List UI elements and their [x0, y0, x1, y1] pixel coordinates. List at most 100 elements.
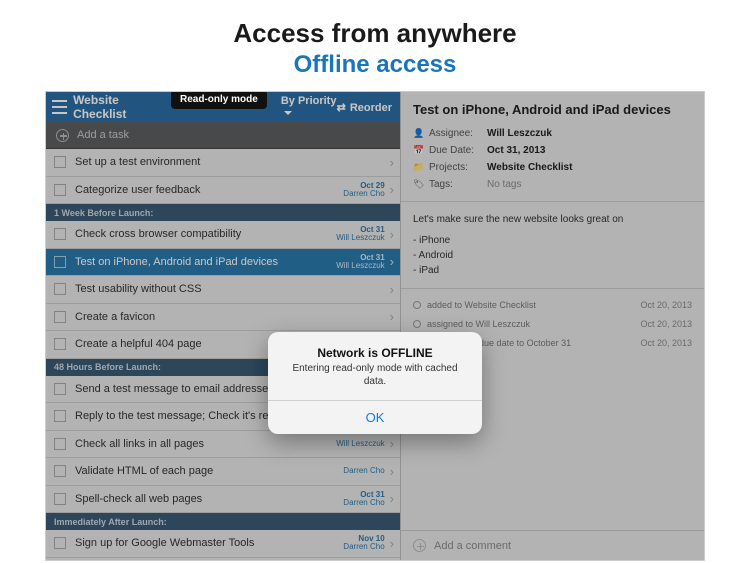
checkbox[interactable] — [54, 383, 66, 395]
checkbox[interactable] — [54, 537, 66, 549]
person-icon: 👤 — [413, 128, 423, 139]
task-label: Validate HTML of each page — [75, 465, 343, 477]
modal-title: Network is OFFLINE — [268, 332, 482, 362]
checkbox[interactable] — [54, 256, 66, 268]
task-meta: Darren Cho — [343, 467, 384, 475]
task-assignee: Darren Cho — [343, 467, 384, 475]
tags-value[interactable]: No tags — [487, 179, 521, 190]
section-header: 1 Week Before Launch: — [46, 204, 400, 221]
history-text: assigned to Will Leszczuk — [427, 319, 640, 329]
app-frame: Website Checklist Read-only mode By Prio… — [45, 91, 705, 561]
task-row[interactable]: Sign up for Google Webmaster ToolsNov 10… — [46, 530, 400, 558]
task-label: Test on iPhone, Android and iPad devices — [75, 256, 336, 268]
checkbox[interactable] — [54, 311, 66, 323]
menu-icon[interactable] — [52, 100, 67, 114]
task-label: Categorize user feedback — [75, 184, 343, 196]
sort-by-priority[interactable]: By Priority — [281, 95, 337, 119]
task-assignee: Darren Cho — [343, 190, 384, 198]
chevron-right-icon: › — [390, 254, 394, 269]
task-assignee: Will Leszczuk — [336, 262, 384, 270]
modal-body: Entering read-only mode with cached data… — [268, 362, 482, 400]
description[interactable]: Let's make sure the new website looks gr… — [401, 202, 704, 289]
task-row[interactable]: Create a favicon› — [46, 304, 400, 332]
modal-ok-button[interactable]: OK — [268, 400, 482, 434]
chevron-right-icon: › — [390, 282, 394, 297]
checkbox[interactable] — [54, 465, 66, 477]
task-row[interactable]: Sign up for uptime monitoringNov 10Darre… — [46, 558, 400, 561]
task-label: Check all links in all pages — [75, 438, 336, 450]
detail-pane: Test on iPhone, Android and iPad devices… — [401, 92, 704, 560]
checkbox[interactable] — [54, 228, 66, 240]
add-comment-row[interactable]: Add a comment — [401, 530, 704, 560]
task-meta: Oct 31Will Leszczuk — [336, 226, 384, 242]
detail-fields: 👤Assignee:Will Leszczuk 📅Due Date:Oct 31… — [401, 125, 704, 202]
history-icon — [413, 301, 421, 309]
add-task-row[interactable]: Add a task — [46, 122, 400, 149]
task-assignee: Darren Cho — [343, 499, 384, 507]
task-row[interactable]: Categorize user feedbackOct 29Darren Cho… — [46, 177, 400, 205]
checkbox[interactable] — [54, 283, 66, 295]
chevron-right-icon: › — [390, 464, 394, 479]
readonly-badge: Read-only mode — [171, 92, 267, 109]
chevron-right-icon: › — [390, 182, 394, 197]
task-label: Spell-check all web pages — [75, 493, 343, 505]
offline-modal: Network is OFFLINE Entering read-only mo… — [268, 332, 482, 434]
history-date: Oct 20, 2013 — [640, 319, 692, 329]
checkbox[interactable] — [54, 156, 66, 168]
task-label: Sign up for Google Webmaster Tools — [75, 537, 343, 549]
task-label: Set up a test environment — [75, 156, 385, 168]
task-row[interactable]: Validate HTML of each pageDarren Cho › — [46, 458, 400, 486]
tag-icon: 🏷 — [413, 179, 423, 190]
desc-item: - iPhone — [413, 233, 692, 248]
history-row: assigned to Will LeszczukOct 20, 2013 — [413, 314, 692, 333]
task-label: Check cross browser compatibility — [75, 228, 336, 240]
plus-icon — [413, 539, 426, 552]
task-assignee: Darren Cho — [343, 543, 384, 551]
projects-value[interactable]: Website Checklist — [487, 162, 572, 173]
history-text: added to Website Checklist — [427, 300, 640, 310]
checkbox[interactable] — [54, 410, 66, 422]
desc-item: - Android — [413, 248, 692, 263]
tags-label: Tags: — [429, 179, 487, 190]
assignee-label: Assignee: — [429, 128, 487, 139]
task-label: Test usability without CSS — [75, 283, 385, 295]
task-meta: Oct 31Darren Cho — [343, 491, 384, 507]
chevron-right-icon: › — [390, 155, 394, 170]
checkbox[interactable] — [54, 338, 66, 350]
heading-line1: Access from anywhere — [0, 18, 750, 49]
shuffle-icon: ⇄ — [337, 102, 346, 114]
task-row[interactable]: Check all links in all pagesWill Leszczu… — [46, 431, 400, 459]
add-task-label: Add a task — [77, 129, 129, 141]
checkbox[interactable] — [54, 184, 66, 196]
checkbox[interactable] — [54, 493, 66, 505]
plus-icon — [56, 129, 69, 142]
checkbox[interactable] — [54, 438, 66, 450]
due-value[interactable]: Oct 31, 2013 — [487, 145, 545, 156]
history-icon — [413, 320, 421, 328]
task-row[interactable]: Test on iPhone, Android and iPad devices… — [46, 249, 400, 277]
projects-label: Projects: — [429, 162, 487, 173]
folder-icon: 📁 — [413, 162, 423, 173]
chevron-right-icon: › — [390, 227, 394, 242]
history-date: Oct 20, 2013 — [640, 338, 692, 348]
task-row[interactable]: Test usability without CSS › — [46, 276, 400, 304]
task-meta: Nov 10Darren Cho — [343, 535, 384, 551]
task-row[interactable]: Check cross browser compatibilityOct 31W… — [46, 221, 400, 249]
section-header: Immediately After Launch: — [46, 513, 400, 530]
task-row[interactable]: Set up a test environment › — [46, 149, 400, 177]
topbar: Website Checklist Read-only mode By Prio… — [46, 92, 400, 122]
task-assignee: Will Leszczuk — [336, 440, 384, 448]
reorder-button[interactable]: ⇄Reorder — [337, 101, 392, 114]
chevron-right-icon: › — [390, 491, 394, 506]
history-date: Oct 20, 2013 — [640, 300, 692, 310]
list-title[interactable]: Website Checklist — [73, 93, 159, 121]
chevron-right-icon: › — [390, 309, 394, 324]
task-meta: Oct 31Will Leszczuk — [336, 254, 384, 270]
due-label: Due Date: — [429, 145, 487, 156]
desc-item: - iPad — [413, 263, 692, 278]
assignee-value[interactable]: Will Leszczuk — [487, 128, 552, 139]
heading-line2: Offline access — [0, 51, 750, 79]
desc-intro: Let's make sure the new website looks gr… — [413, 212, 692, 227]
task-row[interactable]: Spell-check all web pagesOct 31Darren Ch… — [46, 486, 400, 514]
task-meta: Will Leszczuk — [336, 440, 384, 448]
